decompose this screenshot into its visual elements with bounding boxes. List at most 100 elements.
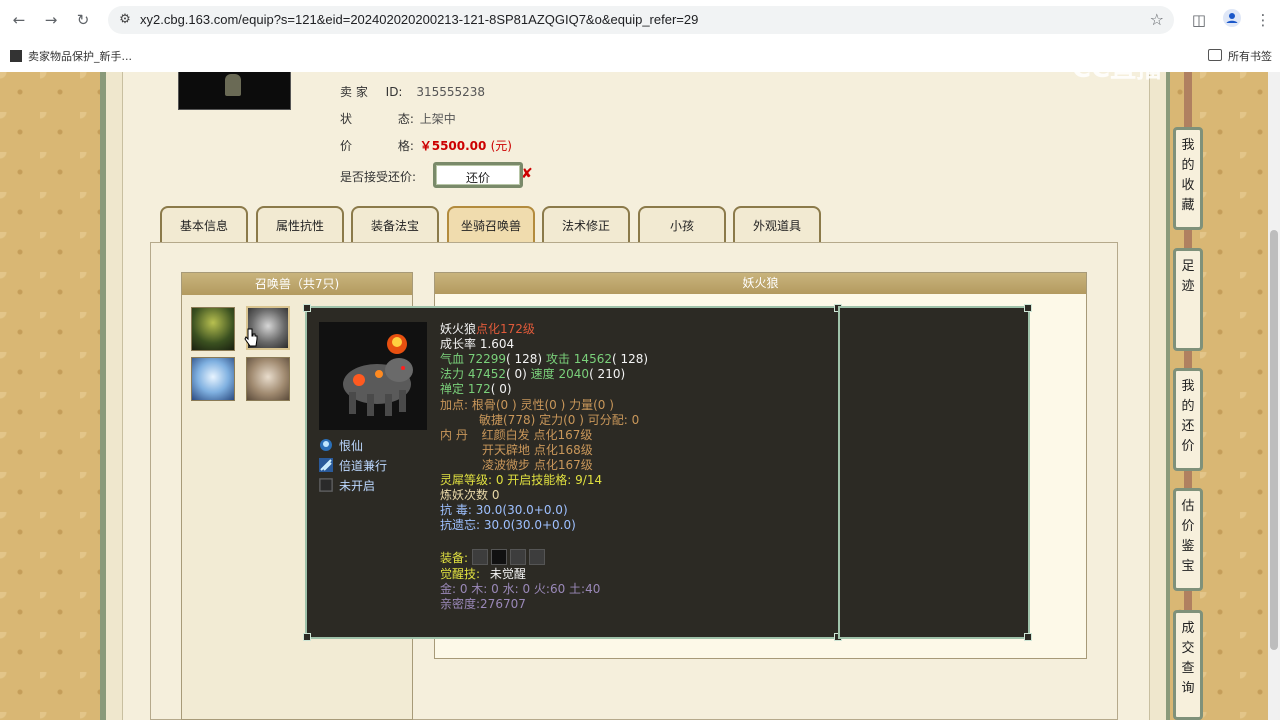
folder-icon	[1208, 49, 1222, 61]
hand-cursor-icon	[244, 328, 258, 347]
sidebar-char: 价	[1181, 519, 1195, 534]
menu-icon[interactable]: ⋮	[1252, 9, 1274, 31]
sidebar-char: 交	[1181, 641, 1195, 656]
neidan-1: 红颜白发 点化167级	[481, 428, 593, 442]
atk-label: 攻击	[545, 352, 570, 366]
tab-1[interactable]: 基本信息	[160, 206, 248, 242]
tab-6[interactable]: 小孩	[638, 206, 726, 242]
zen-extra: ( 0)	[490, 382, 512, 396]
zen-label: 禅定	[440, 382, 465, 396]
skill-1[interactable]: 恨仙	[319, 437, 363, 454]
sidebar-char: 迹	[1181, 279, 1195, 294]
awaken-label: 觉醒技:	[440, 567, 481, 581]
stream-watermark: CC直播	[1072, 54, 1163, 84]
equip-slot-2[interactable]	[490, 549, 507, 565]
sidebar-char: 藏	[1181, 198, 1195, 213]
profile-icon[interactable]	[1221, 9, 1243, 31]
sidebar-char: 宝	[1181, 559, 1195, 574]
equip-slot-4[interactable]	[528, 549, 545, 565]
status-label: 状	[340, 112, 353, 126]
pet-list-header: 召唤兽（共7只)	[182, 273, 412, 295]
spd-label: 速度	[530, 367, 555, 381]
seller-row: 卖 家 ID: 315555238	[340, 83, 485, 101]
tab-7[interactable]: 外观道具	[733, 206, 821, 242]
pet-tooltip-side	[838, 304, 1032, 641]
sidebar-button-5[interactable]: 成交查询	[1173, 610, 1203, 720]
all-bookmarks[interactable]: 所有书签	[1208, 48, 1272, 64]
pet-thumb-3[interactable]	[191, 357, 235, 401]
status-label-2: 态:	[397, 112, 414, 126]
hp-extra: ( 128)	[506, 352, 543, 366]
tooltip-corner	[1024, 304, 1032, 312]
reload-icon[interactable]: ↻	[72, 9, 94, 31]
atk-value: 14562	[573, 352, 612, 366]
bookmark-star-icon[interactable]: ☆	[1150, 10, 1164, 29]
url-text[interactable]: xy2.cbg.163.com/equip?s=121&eid=20240202…	[140, 12, 698, 27]
counter-offer-label: 是否接受还价:	[340, 170, 417, 184]
pet-name: 妖火狼	[440, 322, 477, 336]
sidebar-char: 的	[1181, 158, 1195, 173]
hp-value: 72299	[467, 352, 507, 366]
resist-1-line: 抗 毒: 30.0(30.0+0.0)	[440, 503, 568, 518]
sidebar-char: 我	[1181, 138, 1195, 153]
sidebar-char: 我	[1181, 379, 1195, 394]
page-scrollbar[interactable]	[1268, 72, 1280, 720]
tooltip-corner	[303, 304, 311, 312]
equip-slot-1[interactable]	[471, 549, 488, 565]
ghost-skill-icon	[320, 439, 332, 451]
browser-toolbar: ← → ↻ ⚙ xy2.cbg.163.com/equip?s=121&eid=…	[0, 0, 1280, 41]
mp-value: 47452	[467, 367, 507, 381]
address-bar[interactable]: ⚙ xy2.cbg.163.com/equip?s=121&eid=202402…	[108, 6, 1174, 34]
tab-4[interactable]: 坐骑召唤兽	[447, 206, 535, 242]
back-icon[interactable]: ←	[8, 9, 30, 31]
id-label: ID:	[385, 85, 403, 99]
skill-2[interactable]: 倍道兼行	[319, 457, 387, 474]
sidebar-char: 估	[1181, 499, 1195, 514]
resist-2-label: 抗遗忘:	[440, 518, 481, 532]
tab-3[interactable]: 装备法宝	[351, 206, 439, 242]
sidebar-char: 价	[1181, 439, 1195, 454]
tab-2[interactable]: 属性抗性	[256, 206, 344, 242]
pet-growth: 成长率 1.604	[440, 337, 515, 351]
lianyao-line: 炼妖次数 0	[440, 488, 500, 502]
sidebar-char: 鉴	[1181, 539, 1195, 554]
pet-portrait	[319, 322, 427, 430]
status-value: 上架中	[419, 112, 456, 126]
sidebar-button-2[interactable]: 足迹	[1173, 248, 1203, 351]
tab-5[interactable]: 法术修正	[542, 206, 630, 242]
mp-label: 法力	[440, 367, 465, 381]
sidebar-button-4[interactable]: 估价鉴宝	[1173, 488, 1203, 591]
sidebar-char: 成	[1181, 621, 1195, 636]
awaken-value: 未觉醒	[489, 567, 526, 581]
tooltip-corner	[303, 633, 311, 641]
skill-3[interactable]: 未开启	[319, 477, 375, 494]
sidebar-toggle-icon[interactable]: ◫	[1188, 9, 1210, 31]
equip-slot-3[interactable]	[509, 549, 526, 565]
site-settings-icon[interactable]: ⚙	[116, 11, 134, 29]
neidan-label: 内 丹	[440, 428, 468, 442]
sidebar-button-1[interactable]: 我的收藏	[1173, 127, 1203, 230]
sidebar-char: 收	[1181, 178, 1195, 193]
intimacy-line: 亲密度:276707	[440, 597, 526, 611]
pet-thumb-1[interactable]	[191, 307, 235, 351]
bookmark-item[interactable]: 卖家物品保护_新手...	[10, 48, 132, 64]
sidebar-char: 足	[1181, 259, 1195, 274]
zen-line: 禅定 172( 0)	[440, 382, 512, 397]
neidan-line: 内 丹 红颜白发 点化167级	[440, 428, 592, 443]
sidebar-button-3[interactable]: 我的还价	[1173, 368, 1203, 471]
sidebar-char: 还	[1181, 419, 1195, 434]
spd-extra: ( 210)	[589, 367, 626, 381]
forward-icon[interactable]: →	[40, 9, 62, 31]
tooltip-corner	[1024, 633, 1032, 641]
pet-thumb-4[interactable]	[246, 357, 290, 401]
elements-line: 金: 0 木: 0 水: 0 火:60 土:40	[440, 582, 601, 596]
pet-name-line: 妖火狼点化172级	[440, 322, 535, 337]
mp-spd-line: 法力 47452( 0) 速度 2040( 210)	[440, 367, 625, 382]
seller-id: 315555238	[416, 85, 486, 99]
counter-offer-button[interactable]: 还价	[433, 162, 523, 188]
scrollbar-thumb[interactable]	[1270, 230, 1278, 650]
price-row: 价 格: ￥5500.00 (元)	[340, 137, 512, 155]
equip-line: 装备:	[440, 549, 548, 566]
price-unit: (元)	[490, 139, 512, 153]
points-line-2: 敏捷(778) 定力(0 ) 可分配: 0	[479, 413, 640, 427]
